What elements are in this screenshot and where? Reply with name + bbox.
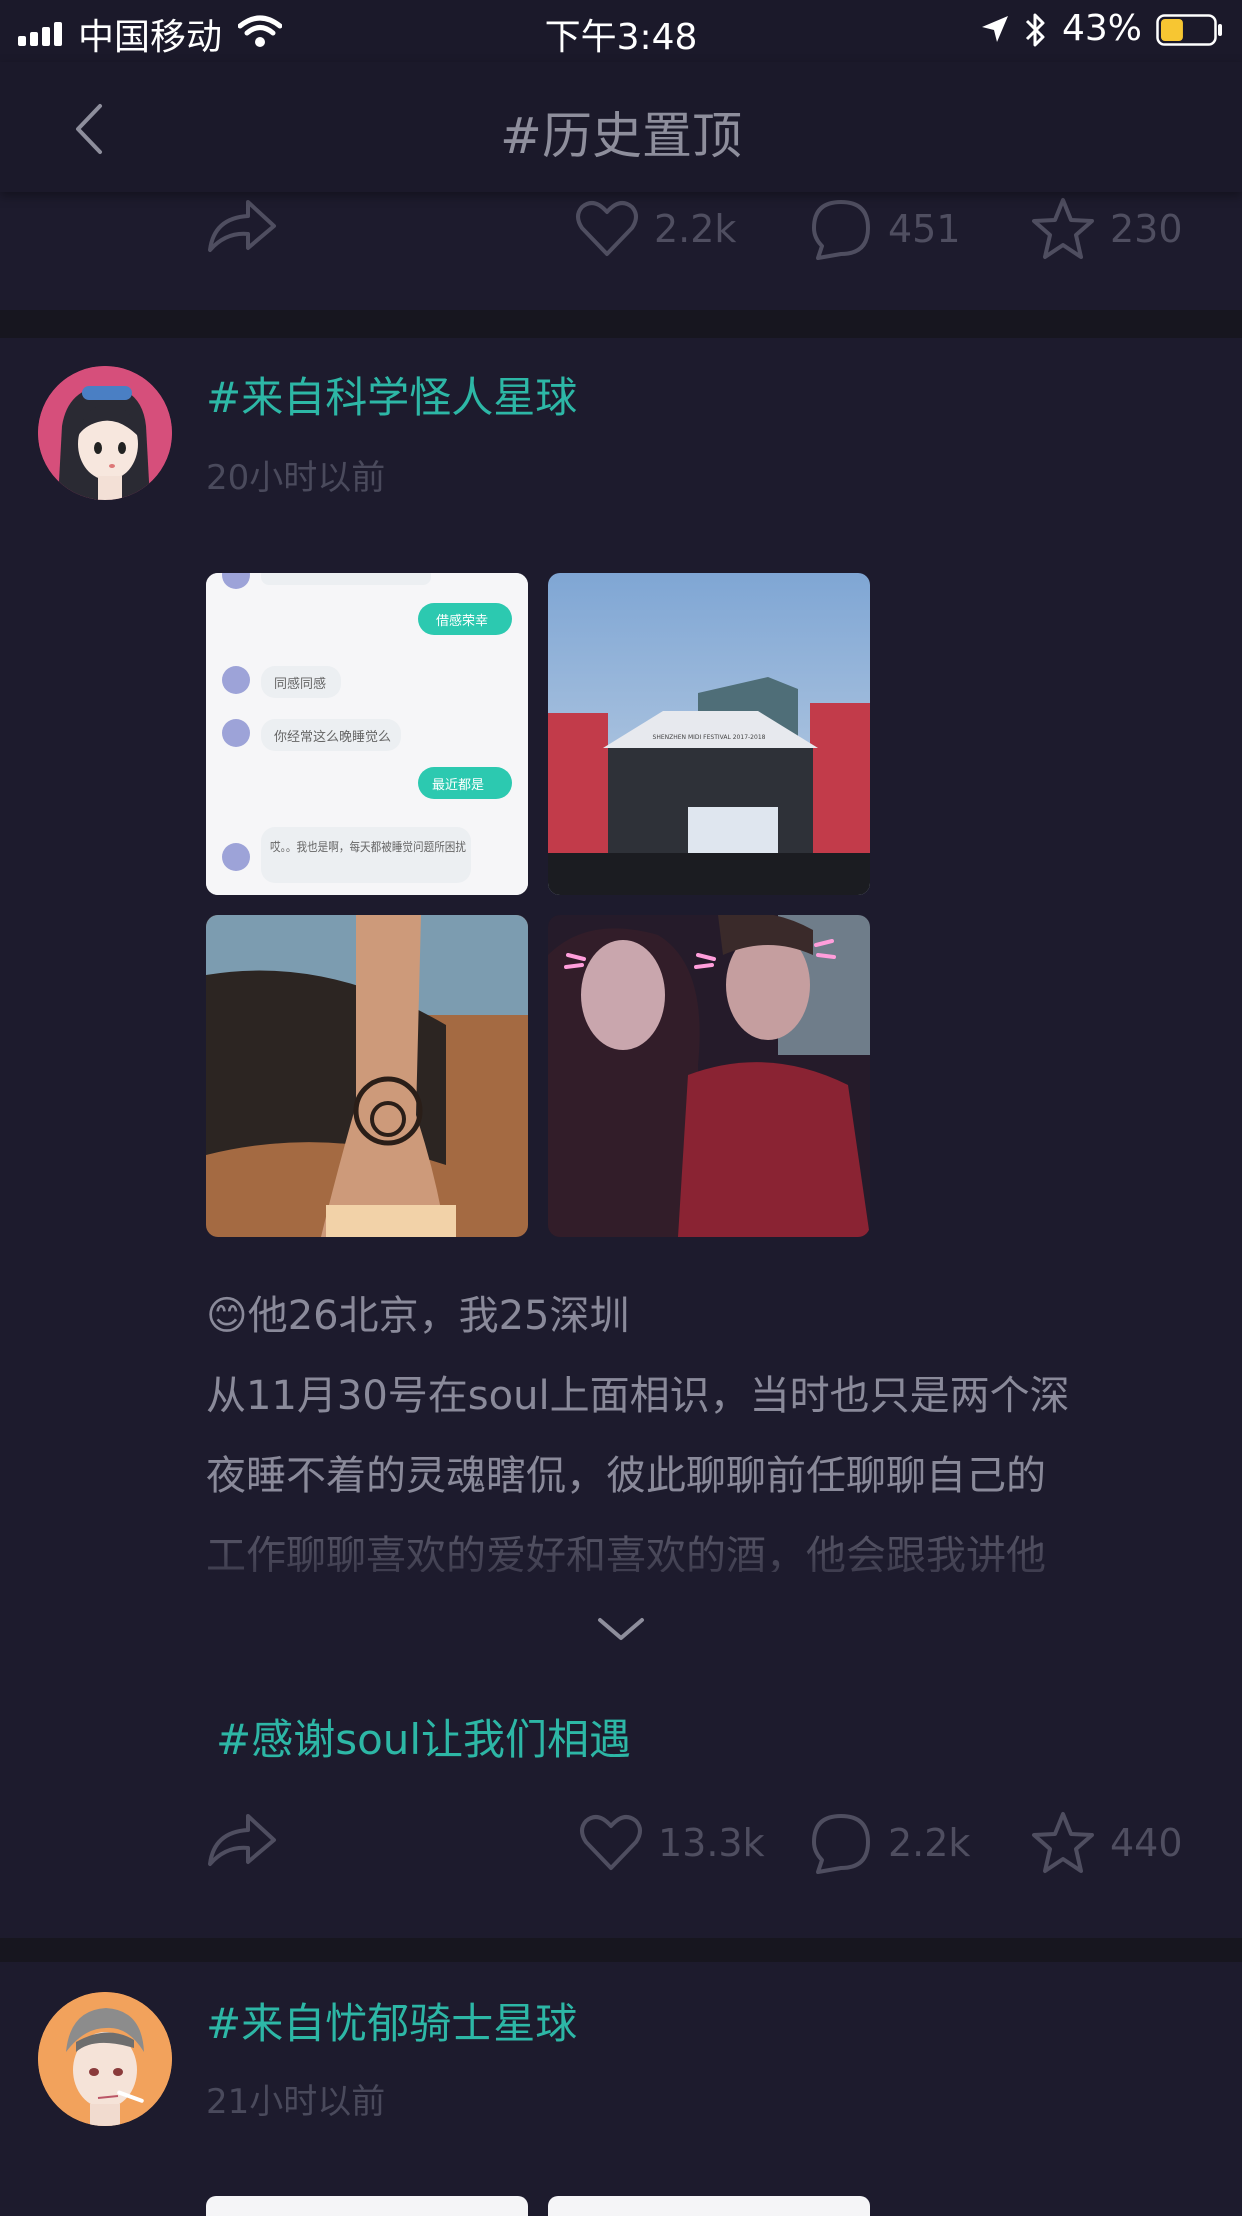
battery-icon xyxy=(1156,14,1222,46)
photo-concert-stage[interactable]: SHENZHEN MIDI FESTIVAL 2017-2018 xyxy=(548,573,870,895)
post-text-line: 😊他26北京，我25深圳 xyxy=(206,1293,630,1339)
comment-icon xyxy=(812,1814,870,1874)
stage-banner-text: SHENZHEN MIDI FESTIVAL 2017-2018 xyxy=(653,734,766,741)
star-icon xyxy=(1032,1812,1094,1873)
comment-count: 2.2k xyxy=(888,1821,971,1865)
heart-icon xyxy=(576,201,638,256)
photo-couple-selfie[interactable] xyxy=(548,915,870,1237)
share-icon[interactable] xyxy=(204,192,280,258)
like-count: 2.2k xyxy=(654,207,737,251)
chat-message: 借感荣幸 xyxy=(436,613,488,629)
battery-percent: 43% xyxy=(1061,8,1142,49)
post-card[interactable]: #来自科学怪人星球 20小时以前 借感荣幸 同感同感 你经常这么晚睡觉么 最近都… xyxy=(0,338,1242,1938)
post-text-line: 夜睡不着的灵魂瞎侃，彼此聊聊前任聊聊自己的 xyxy=(206,1453,1046,1499)
photo-ankle-tattoo[interactable] xyxy=(206,915,528,1237)
chat-message: 同感同感 xyxy=(274,676,326,692)
planet-tag-link[interactable]: #来自科学怪人星球 xyxy=(206,364,577,425)
photo-chat-screenshot[interactable]: 借感荣幸 同感同感 你经常这么晚睡觉么 最近都是 哎。。我也是啊，每天都被睡觉问… xyxy=(206,573,528,895)
status-bar: 中国移动 下午3:48 43% xyxy=(0,0,1242,62)
post-time: 20小时以前 xyxy=(206,458,386,498)
post-card[interactable]: #来自忧郁骑士星球 21小时以前 xyxy=(0,1962,1242,2216)
comment-button[interactable]: 2.2k xyxy=(806,1798,970,1888)
avatar-knight-image xyxy=(38,1992,172,2126)
avatar[interactable] xyxy=(38,366,172,500)
post-time: 21小时以前 xyxy=(206,2082,386,2122)
photo-thumbnail[interactable] xyxy=(206,2196,528,2216)
like-button[interactable]: 2.2k xyxy=(572,184,736,274)
photo-thumbnail[interactable] xyxy=(548,2196,870,2216)
favorite-button[interactable]: 440 xyxy=(1028,1798,1183,1888)
avatar-girl-image xyxy=(38,366,172,500)
heart-icon xyxy=(580,1815,642,1870)
chat-message: 哎。。我也是啊，每天都被睡觉问题所困扰 xyxy=(270,839,466,854)
chat-message: 最近都是 xyxy=(432,778,484,793)
favorite-button[interactable]: 230 xyxy=(1028,184,1183,274)
favorite-count: 230 xyxy=(1110,207,1183,251)
nav-bar: #历史置顶 xyxy=(0,62,1242,192)
chat-message: 你经常这么晚睡觉么 xyxy=(274,729,391,745)
star-icon xyxy=(1032,198,1094,259)
topic-tag-link[interactable]: #感谢soul让我们相遇 xyxy=(216,1706,631,1767)
comment-button[interactable]: 451 xyxy=(806,184,961,274)
planet-tag-link[interactable]: #来自忧郁骑士星球 xyxy=(206,1990,577,2051)
like-button[interactable]: 13.3k xyxy=(576,1798,765,1888)
avatar[interactable] xyxy=(38,1992,172,2126)
comment-icon xyxy=(812,200,870,260)
location-icon xyxy=(982,16,1008,42)
post-text-line: 从11月30号在soul上面相识，当时也只是两个深 xyxy=(206,1373,1070,1419)
comment-count: 451 xyxy=(888,207,961,251)
share-icon[interactable] xyxy=(204,1806,280,1872)
like-count: 13.3k xyxy=(658,1821,765,1865)
favorite-count: 440 xyxy=(1110,1821,1183,1865)
text-fade-overlay xyxy=(206,1528,1166,1618)
expand-chevron-icon[interactable] xyxy=(596,1614,646,1644)
previous-post-actions: 2.2k 451 230 xyxy=(0,192,1242,310)
post-separator xyxy=(0,310,1242,338)
post-separator xyxy=(0,1938,1242,1962)
page-title: #历史置顶 xyxy=(500,107,742,165)
clock: 下午3:48 xyxy=(544,17,698,58)
bluetooth-icon xyxy=(1025,13,1045,47)
